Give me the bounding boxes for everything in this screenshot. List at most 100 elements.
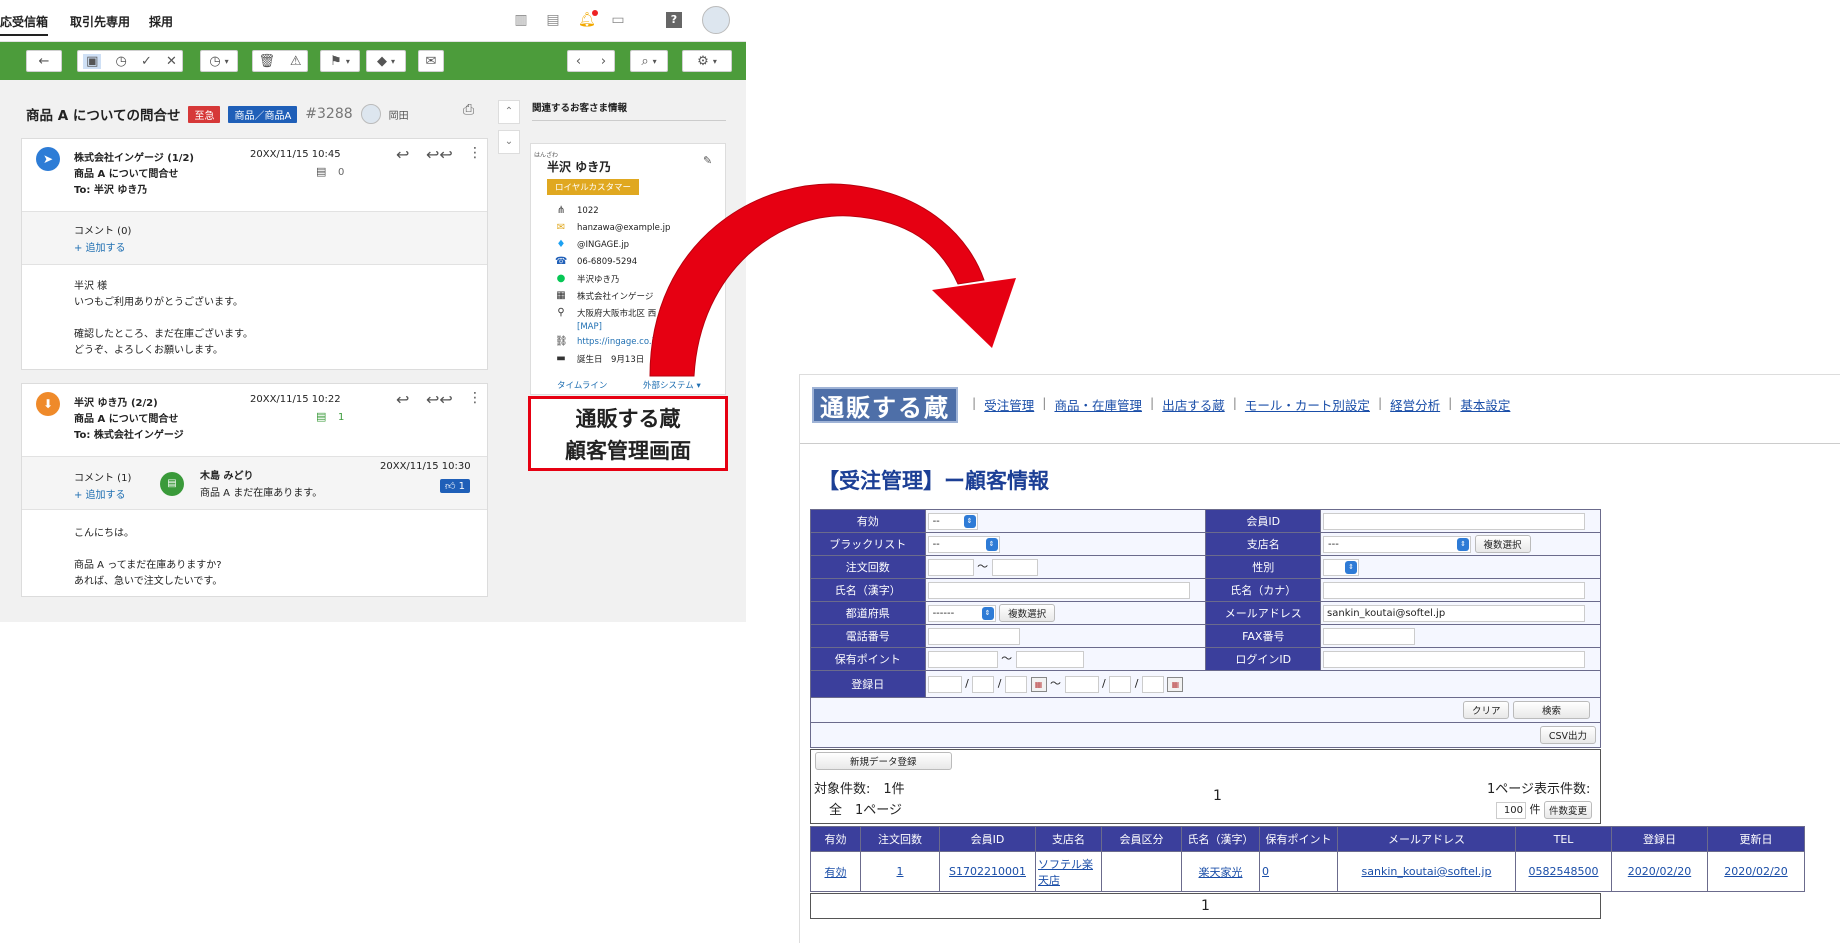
scroll-down-button[interactable]: ⌄ (498, 130, 520, 154)
email-input[interactable]: sankin_koutai@softel.jp (1323, 604, 1586, 622)
reg-from-day[interactable] (1005, 675, 1027, 693)
edit-icon[interactable]: ✎ (703, 154, 712, 167)
search-button[interactable]: ⌕ ▾ (630, 50, 668, 72)
label-email: メールアドレス (1205, 601, 1322, 625)
snooze-button[interactable]: ◷ ▾ (200, 50, 238, 72)
login-id-input[interactable] (1323, 650, 1586, 668)
cell-reg-date[interactable]: 2020/02/20 (1611, 851, 1708, 892)
cell-member-id[interactable]: S1702210001 (939, 851, 1036, 892)
cell-order-count[interactable]: 1 (860, 851, 940, 892)
label-fax: FAX番号 (1205, 624, 1322, 648)
cell-yuko[interactable]: 有効 (810, 851, 861, 892)
nav-analysis[interactable]: 経営分析 (1390, 395, 1440, 414)
clear-button[interactable]: クリア (1462, 701, 1510, 719)
order-count-from[interactable] (927, 558, 974, 576)
points-from[interactable] (927, 650, 998, 668)
urgent-badge: 至急 (188, 105, 221, 123)
add-comment-link[interactable]: + 追加する (74, 239, 126, 254)
nav-products[interactable]: 商品・在庫管理 (1054, 395, 1142, 414)
reply-all-icon[interactable]: ↩↩ (426, 390, 453, 409)
more-icon[interactable]: ⋮ (468, 390, 482, 406)
tab-inbox[interactable]: 応受信箱 (0, 13, 49, 36)
callout-line-1: 通販する蔵 (575, 407, 681, 431)
reg-from-year[interactable] (927, 675, 962, 693)
tel-input[interactable] (927, 627, 1020, 645)
body-line (74, 540, 474, 556)
reg-to-year[interactable] (1064, 675, 1099, 693)
chart-icon[interactable]: ▥ (513, 12, 529, 28)
multi-select-button[interactable]: 複数選択 (1474, 535, 1531, 553)
cell-points[interactable]: 0 (1259, 851, 1338, 892)
chevron-right-icon[interactable]: › (601, 54, 606, 69)
fax-input[interactable] (1323, 627, 1416, 645)
calendar-icon[interactable]: ▦ (1030, 676, 1047, 692)
nav-store[interactable]: 出店する蔵 (1162, 395, 1225, 414)
kura-logo[interactable]: 通販する蔵 (812, 387, 958, 423)
avatar[interactable] (702, 6, 730, 34)
tab-clients[interactable]: 取引先専用 (70, 13, 130, 30)
inbox-icon[interactable]: ▣ (83, 53, 102, 69)
flag-button[interactable]: ⚑ ▾ (320, 50, 360, 72)
reg-to-day[interactable] (1141, 675, 1164, 693)
reply-icon[interactable]: ↩ (396, 390, 409, 409)
name-kana-input[interactable] (1323, 581, 1586, 599)
multi-select-button[interactable]: 複数選択 (999, 604, 1056, 622)
chat-icon[interactable]: ▭ (610, 12, 626, 28)
close-icon[interactable]: ✕ (166, 54, 177, 69)
cell-email[interactable]: sankin_koutai@softel.jp (1337, 851, 1516, 892)
kura-app: 通販する蔵 | 受注管理 | 商品・在庫管理 | 出店する蔵 | モール・カート別設定 … (799, 374, 1840, 943)
more-icon[interactable]: ⋮ (468, 145, 482, 161)
reg-to-month[interactable] (1109, 675, 1132, 693)
bottom-page-number: 1 (1201, 898, 1210, 914)
tab-recruit[interactable]: 採用 (149, 13, 173, 30)
tag-button[interactable]: ◆ ▾ (366, 50, 406, 72)
gender-select[interactable]: ⇕ (1323, 558, 1360, 576)
scroll-up-button[interactable]: ⌃ (498, 100, 520, 124)
chevron-down-icon: ▾ (224, 56, 229, 66)
like-button[interactable]: 👍︎ 1 (440, 479, 471, 493)
reply-icon[interactable]: ↩ (396, 145, 409, 164)
warning-icon[interactable]: ⚠ (290, 54, 302, 69)
report-icon[interactable]: ▤ (545, 12, 561, 28)
print-icon[interactable]: ⎙ (463, 102, 474, 118)
name-kanji-input[interactable] (927, 581, 1190, 599)
comment-section: コメント (0) + 追加する (22, 211, 487, 265)
back-button[interactable]: ← (26, 50, 62, 72)
envelope-button[interactable]: ✉ (418, 50, 444, 72)
branch-select[interactable]: --- ⇕ (1323, 535, 1472, 553)
csv-export-button[interactable]: CSV出力 (1539, 726, 1596, 744)
cell-branch[interactable]: ソフテル楽天店 (1035, 851, 1102, 892)
map-link[interactable]: [MAP] (577, 322, 602, 332)
help-icon[interactable]: ? (666, 12, 682, 28)
cell-tel[interactable]: 0582548500 (1515, 851, 1612, 892)
points-to[interactable] (1015, 650, 1084, 668)
label-reg-date: 登録日 (810, 670, 926, 698)
calendar-icon[interactable]: ▦ (1167, 676, 1184, 692)
order-count-to[interactable] (991, 558, 1038, 576)
nav-mall-settings[interactable]: モール・カート別設定 (1245, 395, 1370, 414)
chevron-left-icon[interactable]: ‹ (576, 54, 581, 69)
trash-icon[interactable]: 🗑︎ (258, 54, 275, 69)
reply-all-icon[interactable]: ↩↩ (426, 145, 453, 164)
pref-select[interactable]: ------ ⇕ (927, 604, 996, 622)
reg-from-month[interactable] (972, 675, 995, 693)
nav-basic-settings[interactable]: 基本設定 (1460, 395, 1510, 414)
message-from: 株式会社インゲージ (1/2) (74, 153, 194, 164)
tab-timeline[interactable]: タイムライン (557, 379, 607, 391)
new-data-button[interactable]: 新規データ登録 (815, 752, 952, 770)
comment-text: 商品 A まだ在庫あります。 (200, 488, 323, 499)
check-icon[interactable]: ✓ (141, 54, 152, 69)
yuko-select[interactable]: -- ⇕ (927, 512, 978, 530)
member-id-input[interactable] (1323, 512, 1586, 530)
per-page-input[interactable]: 100 (1496, 801, 1526, 819)
cell-name[interactable]: 楽天家光 (1181, 851, 1260, 892)
add-comment-link[interactable]: + 追加する (74, 486, 126, 501)
cell-updated[interactable]: 2020/02/20 (1707, 851, 1805, 892)
per-page-change-button[interactable]: 件数変更 (1544, 801, 1593, 819)
ticket-header: 商品 A についての問合せ 至急 商品／商品A #3288 岡田 (26, 104, 409, 124)
settings-button[interactable]: ⚙ ▾ (682, 50, 732, 72)
blacklist-select[interactable]: -- ⇕ (927, 535, 1000, 553)
clock-icon[interactable]: ◷ (115, 54, 126, 69)
nav-orders[interactable]: 受注管理 (984, 395, 1034, 414)
search-button[interactable]: 検索 (1512, 701, 1590, 719)
